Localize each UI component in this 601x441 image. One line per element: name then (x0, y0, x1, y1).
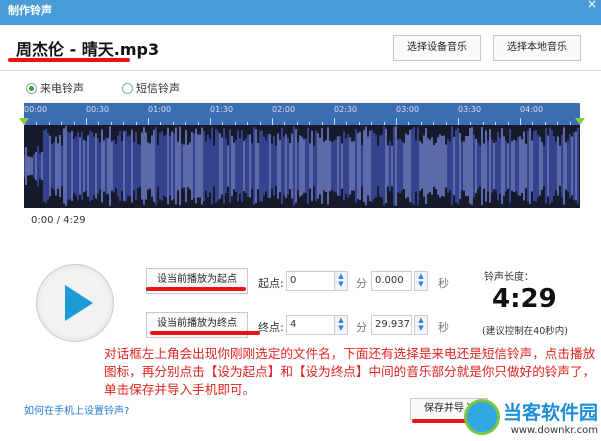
radio-label: 来电铃声 (40, 80, 84, 96)
radio-checked-icon (26, 83, 37, 94)
play-icon (37, 265, 113, 341)
ruler-tick-label: 00:30 (86, 105, 109, 114)
radio-call-ringtone[interactable]: 来电铃声 (26, 80, 84, 96)
second-unit: 秒 (438, 275, 449, 291)
help-link[interactable]: 如何在手机上设置铃声? (24, 402, 129, 417)
annotation-text: 对话框左上角会出现你刚刚选定的文件名，下面还有选择是来电还是短信铃声，点击播放图… (104, 345, 601, 399)
length-label: 铃声长度： (484, 268, 534, 283)
ruler-tick (458, 118, 459, 125)
length-value: 4:29 (492, 284, 557, 314)
end-minute-input[interactable]: 4 (286, 315, 335, 335)
minute-unit: 分 (356, 275, 367, 291)
start-label: 起点: (258, 275, 284, 291)
watermark-url: www.downkr.com (503, 425, 598, 436)
radio-unchecked-icon (122, 83, 133, 94)
end-label: 终点: (258, 319, 284, 335)
length-hint: (建议控制在40秒内) (482, 323, 568, 337)
minute-unit: 分 (356, 319, 367, 335)
play-button[interactable] (36, 264, 114, 342)
end-second-input[interactable]: 29.937 (371, 315, 412, 335)
window-title: 制作铃声 (8, 4, 52, 17)
red-underline (146, 287, 246, 291)
ruler-tick (86, 118, 87, 125)
ruler-tick (210, 118, 211, 125)
ruler-tick (396, 118, 397, 125)
radio-sms-ringtone[interactable]: 短信铃声 (122, 80, 180, 96)
select-local-music-button[interactable]: 选择本地音乐 (493, 35, 581, 61)
timeline-ruler[interactable]: 00:00 00:30 01:00 01:30 02:00 02:30 03:00 03:30… (24, 103, 580, 125)
start-minute-input[interactable]: 0 (286, 271, 335, 291)
select-device-music-button[interactable]: 选择设备音乐 (393, 35, 481, 61)
start-second-spinner[interactable]: ▲ ▼ (414, 271, 428, 291)
radio-label: 短信铃声 (136, 80, 180, 96)
end-minute-spinner[interactable]: ▲ ▼ (334, 315, 348, 335)
ruler-tick (272, 118, 273, 125)
end-second-spinner[interactable]: ▲ ▼ (414, 315, 428, 335)
ruler-tick-label: 02:00 (272, 105, 295, 114)
time-display: 0:00 / 4:29 (31, 215, 86, 226)
watermark-name: 当客软件园 (503, 398, 598, 425)
start-marker-icon[interactable] (19, 118, 29, 125)
watermark-logo-icon (464, 399, 500, 435)
end-marker-icon[interactable] (575, 118, 585, 125)
divider (0, 70, 601, 71)
close-icon[interactable]: × (587, 0, 597, 11)
start-second-input[interactable]: 0.000 (371, 271, 412, 291)
ruler-tick-label: 03:00 (396, 105, 419, 114)
red-underline (8, 58, 130, 62)
file-name: 周杰伦 - 晴天.mp3 (16, 36, 159, 60)
ruler-tick-label: 01:00 (148, 105, 171, 114)
title-bar: 制作铃声 (0, 0, 601, 25)
watermark: 当客软件园 www.downkr.com (464, 398, 598, 436)
waveform[interactable] (24, 125, 580, 208)
ruler-tick-label: 01:30 (210, 105, 233, 114)
ruler-tick (148, 118, 149, 125)
ruler-tick-label: 03:30 (458, 105, 481, 114)
red-underline (150, 331, 260, 335)
ruler-tick-label: 02:30 (334, 105, 357, 114)
ruler-tick (334, 118, 335, 125)
second-unit: 秒 (438, 319, 449, 335)
ruler-tick-label: 04:00 (520, 105, 543, 114)
ruler-tick-label: 00:00 (24, 105, 47, 114)
ruler-tick (520, 118, 521, 125)
start-minute-spinner[interactable]: ▲ ▼ (334, 271, 348, 291)
